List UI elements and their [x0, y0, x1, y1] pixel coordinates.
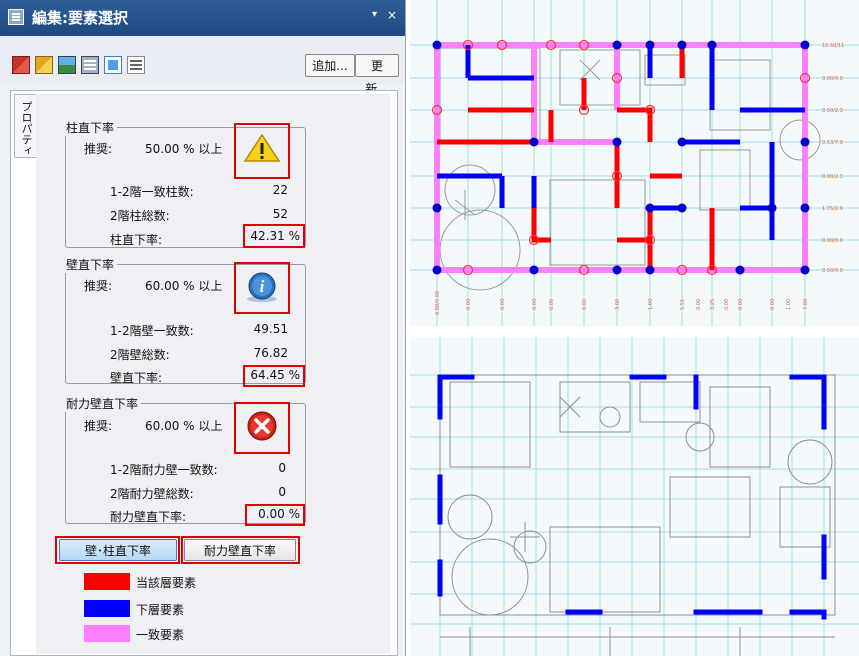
right-label: 15.50/11 [822, 43, 844, 49]
column-recommend-label: 推奨: [84, 142, 113, 156]
close-icon[interactable]: × [387, 8, 397, 22]
wall-result-label: 壁直下率: [110, 371, 163, 385]
update-button[interactable]: 更新... [355, 54, 399, 96]
error-icon [247, 411, 277, 441]
shear-recommend-value: 60.00 % 以上 [145, 419, 223, 433]
window-view-icon[interactable] [104, 56, 122, 74]
shear-total-label: 2階耐力壁総数: [110, 487, 194, 501]
list-view-icon[interactable] [81, 56, 99, 74]
shear-total-value: 0 [278, 485, 286, 499]
shear-match-value: 0 [278, 461, 286, 475]
shear-match-label: 1-2階耐力壁一致数: [110, 463, 218, 477]
legend-swatch-match [84, 625, 130, 642]
column-match-label: 1-2階一致柱数: [110, 185, 194, 199]
panel-title: 編集:要素選択 [32, 9, 128, 27]
panel-titlebar[interactable]: 編集:要素選択 ▾ × [0, 0, 405, 36]
dropdown-arrow-icon[interactable]: ▾ [372, 9, 377, 20]
upper-floor-plan[interactable]: 15.50/11 0.00/0.0 0.50/2.3 0.53/7.9 0.00… [410, 0, 859, 326]
bottom-label: 0.00 [532, 299, 538, 310]
right-label: 0.50/0.0 [822, 268, 843, 274]
lower-floor-plan-drawing [410, 337, 859, 656]
bottom-label: 7.00 [803, 299, 809, 310]
right-label: 0.00/2.3 [822, 174, 843, 180]
bottom-label: 5.51 [680, 299, 686, 310]
wall-result-value: 64.45 % [250, 368, 300, 382]
warning-icon [243, 133, 281, 162]
legend-label-current: 当該層要素 [136, 576, 197, 590]
bottom-label: 0.00 [696, 299, 702, 310]
bottom-label: 0.00 [738, 299, 744, 310]
shear-recommend-label: 推奨: [84, 419, 113, 433]
legend-label-lower: 下層要素 [136, 603, 185, 617]
column-result-label: 柱直下率: [110, 233, 163, 247]
shear-result-value: 0.00 % [258, 507, 300, 521]
legend-swatch-lower [84, 600, 130, 617]
bottom-label: 0.00 [724, 299, 730, 310]
tab-properties-label: プロパティ [20, 101, 33, 156]
wall-column-ratio-button[interactable]: 壁･柱直下率 [59, 539, 177, 561]
shear-result-label: 耐力壁直下率: [110, 510, 187, 524]
bottom-label: 1.00 [648, 299, 654, 310]
bottom-label: 0.00/0.00 [435, 291, 441, 315]
wall-match-value: 49.51 [253, 322, 288, 336]
legend-swatch-current [84, 573, 130, 590]
shear-wall-ratio-button[interactable]: 耐力壁直下率 [184, 539, 296, 561]
column-result-value: 42.31 % [250, 229, 300, 243]
right-label: 0.53/7.9 [822, 140, 843, 146]
shear-wall-ratio-title: 耐力壁直下率 [63, 395, 142, 412]
window-menu-icon[interactable] [8, 9, 24, 25]
add-button[interactable]: 追加... [305, 54, 355, 77]
lower-floor-plan[interactable] [410, 337, 859, 656]
book-yellow-icon[interactable] [35, 56, 53, 74]
bottom-label: 3.25 [710, 299, 716, 310]
wall-recommend-value: 60.00 % 以上 [145, 279, 223, 293]
wall-ratio-title: 壁直下率 [63, 256, 118, 273]
column-total-value: 52 [272, 207, 288, 221]
wall-recommend-label: 推奨: [84, 279, 113, 293]
column-recommend-value: 50.00 % 以上 [145, 142, 223, 156]
right-label: 0.00/0.0 [822, 238, 843, 244]
legend-label-match: 一致要素 [136, 628, 185, 642]
bottom-label: 1.00 [786, 299, 792, 310]
upper-floor-plan-drawing: 15.50/11 0.00/0.0 0.50/2.3 0.53/7.9 0.00… [410, 0, 859, 326]
book-red-icon[interactable] [12, 56, 30, 74]
bottom-label: 0.00 [582, 299, 588, 310]
bottom-label: 0.00 [466, 299, 472, 310]
wall-total-value: 76.82 [253, 346, 288, 360]
tab-properties[interactable]: プロパティ [14, 94, 36, 158]
element-selection-panel: 編集:要素選択 ▾ × 追加... 更新... プロパティ 柱直下率 推奨: 5… [0, 0, 406, 656]
picture-icon[interactable] [58, 56, 76, 74]
column-match-value: 22 [272, 183, 288, 197]
bottom-label: 0.00 [770, 299, 776, 310]
info-icon: i [247, 272, 277, 302]
wall-total-label: 2階壁総数: [110, 348, 170, 362]
right-label: 0.00/0.0 [822, 76, 843, 82]
bottom-label: 0.00 [549, 299, 555, 310]
column-ratio-title: 柱直下率 [63, 119, 118, 136]
bottom-label: 3.00 [615, 299, 621, 310]
bottom-label: 0.00 [500, 299, 506, 310]
toolbar: 追加... 更新... [0, 36, 405, 96]
right-label: 0.50/2.3 [822, 108, 843, 114]
wall-match-label: 1-2階壁一致数: [110, 324, 194, 338]
right-label: 1.75/2.9 [822, 206, 843, 212]
column-total-label: 2階柱総数: [110, 209, 170, 223]
detail-view-icon[interactable] [127, 56, 145, 74]
svg-text:i: i [260, 277, 265, 296]
